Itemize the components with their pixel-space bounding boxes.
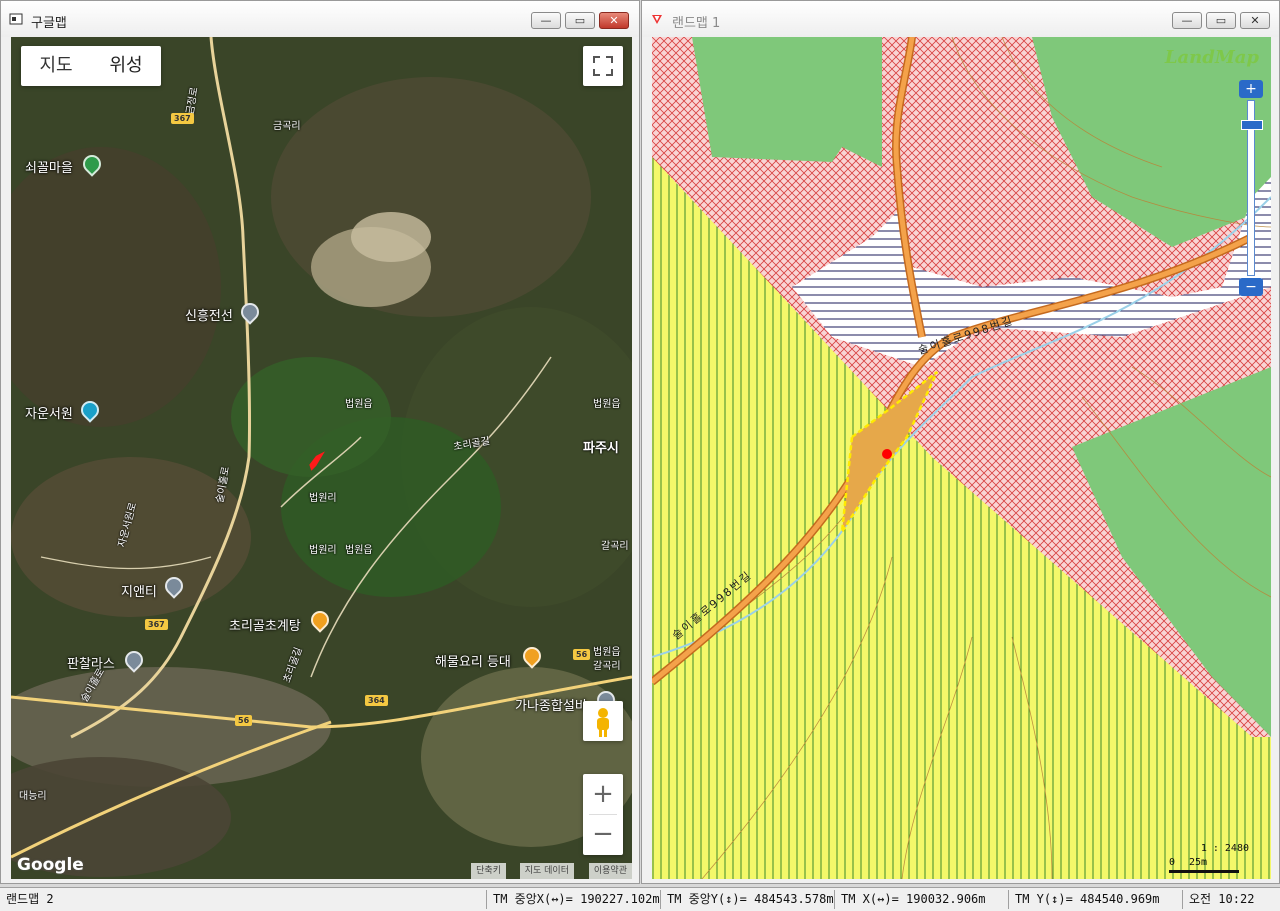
- landmap-window: 랜드맵 1 — ▭ ✕ LandMap 술이홀로998번길 술이홀로998번길 …: [641, 0, 1280, 884]
- road-shield: 56: [235, 715, 253, 726]
- zoom-out-button[interactable]: −: [1239, 278, 1263, 296]
- zoom-control: + −: [583, 774, 623, 855]
- satellite-map[interactable]: 지도 위성 금곡리 법원읍 법원읍 법원읍 법원읍 법원리 법원리 갈곡리 갈곡…: [11, 37, 632, 879]
- minimize-button[interactable]: —: [1172, 12, 1202, 29]
- close-button[interactable]: ✕: [1240, 12, 1270, 29]
- zoom-in-button[interactable]: +: [1239, 80, 1263, 98]
- plus-icon: +: [592, 779, 614, 809]
- google-logo: Google: [17, 855, 84, 875]
- road-shield: 367: [171, 113, 194, 124]
- poi-label[interactable]: 자운서원: [25, 403, 73, 422]
- map-data-link[interactable]: 지도 데이터: [519, 863, 574, 879]
- cadastral-map[interactable]: LandMap 술이홀로998번길 술이홀로998번길 + − 1 : 2480…: [652, 37, 1271, 879]
- zoning-map: [652, 37, 1271, 879]
- landmap-app-icon: [652, 15, 662, 24]
- poi-label[interactable]: 신흥전선: [185, 305, 233, 324]
- poi-label[interactable]: 가나종합설비: [515, 695, 587, 714]
- maximize-button[interactable]: ▭: [565, 12, 595, 29]
- map-type-satellite-button[interactable]: 위성: [91, 46, 161, 86]
- close-button[interactable]: ✕: [599, 12, 629, 29]
- status-tm-center-y: TM 중앙Y(↕)= 484543.578m: [660, 890, 834, 909]
- status-app-name: 랜드맵 2: [6, 892, 54, 906]
- status-tm-center-x: TM 중앙X(↔)= 190227.102m: [486, 890, 660, 909]
- keyboard-shortcuts-link[interactable]: 단축키: [471, 863, 506, 879]
- zoom-thumb[interactable]: [1241, 120, 1263, 130]
- pegman-icon: [597, 708, 609, 737]
- city-label: 파주시: [583, 441, 619, 456]
- poi-label[interactable]: 판찰라스: [67, 653, 115, 672]
- scale-zero: 0: [1169, 857, 1176, 868]
- status-tm-x: TM X(↔)= 190032.906m: [834, 890, 1006, 909]
- status-tm-y: TM Y(↕)= 484540.969m: [1008, 890, 1180, 909]
- place-label: 법원읍: [593, 399, 621, 410]
- street-view-button[interactable]: [583, 701, 623, 741]
- place-label: 대능리: [19, 791, 47, 802]
- title-bar[interactable]: 랜드맵 1 — ▭ ✕: [642, 1, 1279, 37]
- map-type-control[interactable]: 지도 위성: [21, 46, 161, 86]
- window-title: 랜드맵 1: [672, 16, 721, 31]
- zoom-slider[interactable]: + −: [1239, 80, 1263, 298]
- road-shield: 56: [573, 649, 591, 660]
- zoom-in-button[interactable]: +: [583, 774, 623, 814]
- window-title: 구글맵: [31, 16, 67, 31]
- fullscreen-icon: [593, 56, 613, 76]
- landmap-logo: LandMap: [1164, 47, 1259, 68]
- poi-label[interactable]: 해물요리 등대: [435, 651, 511, 670]
- location-marker[interactable]: [882, 449, 892, 459]
- poi-label[interactable]: 쇠꼴마을: [25, 157, 73, 176]
- status-bar: 랜드맵 2 TM 중앙X(↔)= 190227.102m TM 중앙Y(↕)= …: [0, 887, 1280, 911]
- place-label: 법원읍: [345, 399, 373, 410]
- maximize-button[interactable]: ▭: [1206, 12, 1236, 29]
- place-label: 법원읍: [345, 545, 373, 556]
- place-label: 법원리: [309, 545, 337, 556]
- google-map-window: 구글맵 — ▭ ✕ 지도 위성 금곡리 법원읍 법원읍 법원읍 법원읍 법원리 …: [0, 0, 640, 884]
- fullscreen-button[interactable]: [583, 46, 623, 86]
- satellite-imagery: [11, 37, 632, 879]
- title-bar[interactable]: 구글맵 — ▭ ✕: [1, 1, 639, 37]
- place-label: 금곡리: [273, 121, 301, 132]
- place-label: 법원읍: [593, 647, 621, 658]
- scale-length: 25m: [1189, 857, 1208, 868]
- status-time: 오전 10:22: [1182, 890, 1280, 909]
- poi-label[interactable]: 지앤티: [121, 581, 157, 600]
- road-shield: 364: [365, 695, 388, 706]
- place-label: 갈곡리: [593, 661, 621, 672]
- place-label: 갈곡리: [601, 541, 629, 552]
- plus-icon: +: [1245, 81, 1257, 97]
- map-type-map-button[interactable]: 지도: [21, 46, 91, 86]
- terms-link[interactable]: 이용약관: [588, 863, 632, 879]
- place-label: 법원리: [309, 493, 337, 504]
- zoom-out-button[interactable]: −: [583, 815, 623, 855]
- road-shield: 367: [145, 619, 168, 630]
- scale-ratio: 1 : 2480: [1200, 843, 1249, 854]
- poi-label[interactable]: 초리골초계탕: [229, 615, 301, 634]
- minimize-button[interactable]: —: [531, 12, 561, 29]
- minus-icon: −: [1245, 279, 1257, 295]
- scale-bar: 1 : 2480 0 25m: [1169, 843, 1249, 873]
- minus-icon: −: [592, 819, 614, 849]
- scale-line: [1169, 870, 1239, 873]
- app-icon: [9, 13, 23, 25]
